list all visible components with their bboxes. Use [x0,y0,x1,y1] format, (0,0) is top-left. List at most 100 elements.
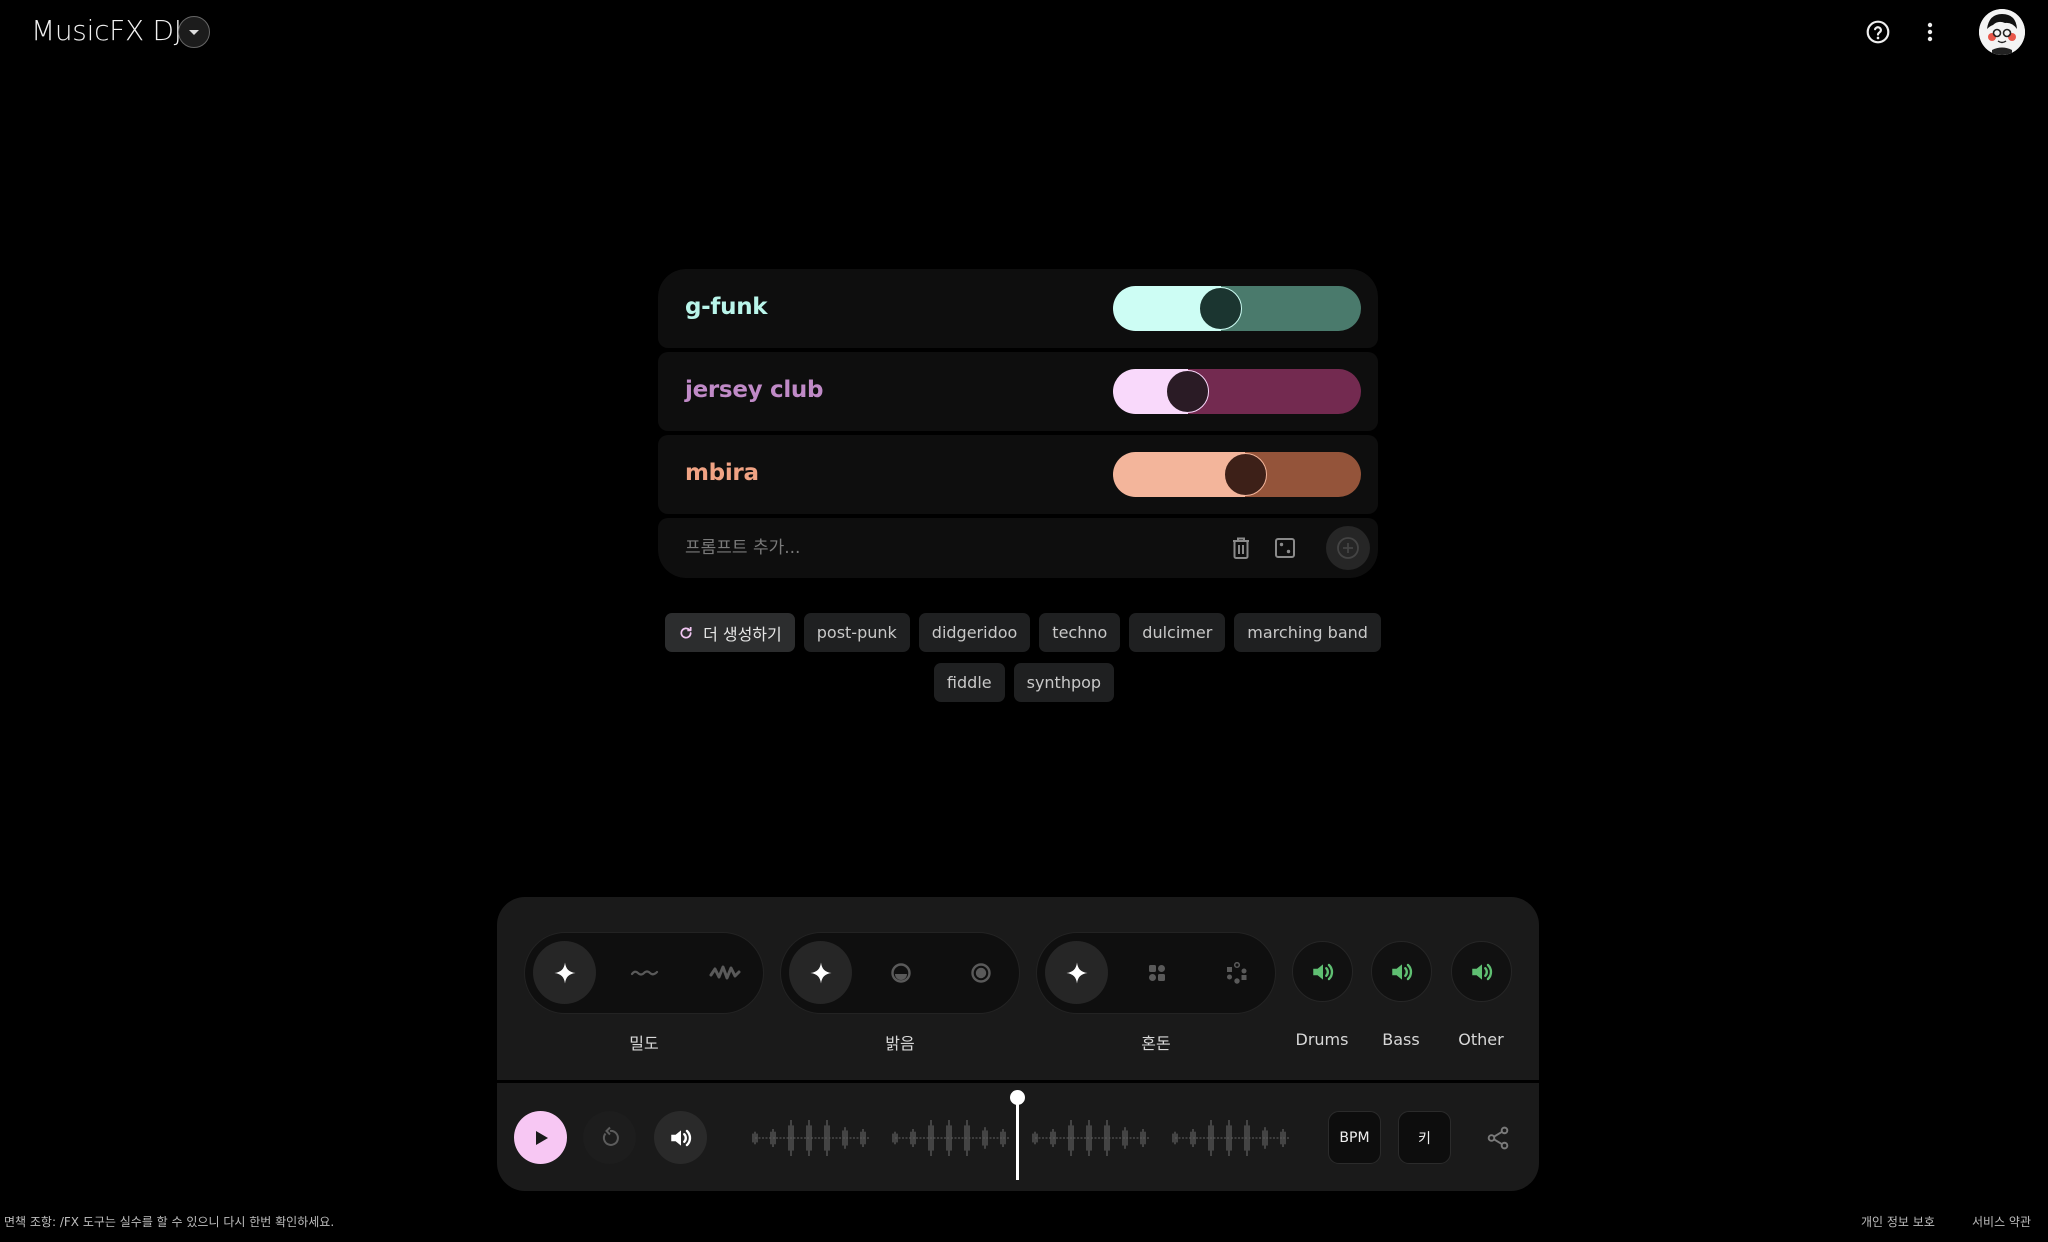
chaos-low-option[interactable] [1125,941,1188,1004]
add-circle-icon [1337,537,1359,559]
prompt-weight-slider[interactable] [1113,369,1361,414]
add-prompt-row [658,518,1378,578]
slider-knob[interactable] [1199,287,1243,330]
auto-sparkle-icon [554,962,575,983]
volume-icon [670,1129,691,1146]
suggestion-chip[interactable]: didgeridoo [918,613,1031,652]
waveform-segment [1032,1120,1149,1156]
suggestion-chip[interactable]: fiddle [933,663,1005,702]
privacy-link[interactable]: 개인 정보 보호 [1861,1213,1935,1230]
prompt-label[interactable]: jersey club [685,377,823,403]
brightness-dim-option[interactable] [869,941,932,1004]
reset-button[interactable] [583,1111,636,1164]
slider-fill-inactive [1187,369,1361,414]
suggestion-chips: 더 생성하기 post-punk didgeridoo techno dulci… [0,613,2048,713]
playhead-handle[interactable] [1010,1090,1025,1105]
add-prompt-input[interactable] [685,535,1135,561]
chaos-auto-option[interactable] [1045,941,1108,1004]
reset-icon [602,1126,619,1146]
user-avatar[interactable] [1979,9,2025,55]
panel-divider [497,1080,1539,1083]
generate-more-label: 더 생성하기 [703,624,782,644]
auto-sparkle-icon [1066,962,1087,983]
high-wave-icon [709,965,740,979]
density-low-option[interactable] [613,941,676,1004]
prompt-label[interactable]: g-funk [685,294,768,320]
suggestion-chip[interactable]: synthpop [1013,663,1115,702]
suggestion-chip[interactable]: techno [1039,613,1121,652]
other-label: Other [1458,1030,1504,1049]
density-auto-option[interactable] [533,941,596,1004]
brightness-bright-option[interactable] [949,941,1012,1004]
density-selector [524,932,764,1014]
add-prompt-button[interactable] [1326,526,1370,570]
drums-mute-toggle[interactable] [1292,941,1353,1002]
trash-icon [1233,537,1249,559]
prompt-label[interactable]: mbira [685,460,759,486]
random-prompt-button[interactable] [1270,533,1300,563]
suggestion-chip[interactable]: marching band [1234,613,1381,652]
brightness-selector [780,932,1020,1014]
volume-on-icon [1312,963,1333,980]
control-panel: 밀도 밝음 혼돈 Drums Bass Other BPM 키 [497,897,1539,1191]
prompt-weight-slider[interactable] [1113,452,1361,497]
volume-on-icon [1391,963,1412,980]
help-icon [1866,20,1890,44]
waveform-segment [892,1120,1009,1156]
scattered-dots-icon [1226,961,1246,984]
caret-down-icon [189,29,199,35]
dice-icon [1275,538,1295,558]
more-options-button[interactable] [1914,16,1946,48]
master-volume-button[interactable] [654,1111,707,1164]
other-mute-toggle[interactable] [1451,941,1512,1002]
refresh-icon [680,626,692,639]
playhead-scrubber[interactable] [1010,1090,1026,1180]
dim-circle-icon [890,962,911,983]
play-icon [535,1130,548,1145]
density-label: 밀도 [629,1034,659,1053]
density-high-option[interactable] [693,941,756,1004]
terms-link[interactable]: 서비스 약관 [1972,1213,2031,1230]
prompt-row: jersey club [658,352,1378,431]
waveform-segment [752,1120,869,1156]
key-button[interactable]: 키 [1398,1111,1451,1164]
prompt-row: g-funk [658,269,1378,348]
share-button[interactable] [1481,1121,1515,1155]
prompt-row: mbira [658,435,1378,514]
bass-mute-toggle[interactable] [1371,941,1432,1002]
volume-on-icon [1471,963,1492,980]
chaos-selector [1036,932,1276,1014]
chip-row: fiddle synthpop [0,663,2048,702]
slider-knob[interactable] [1223,453,1267,496]
playhead-line [1016,1098,1019,1180]
bass-label: Bass [1382,1030,1420,1049]
chaos-high-option[interactable] [1205,941,1268,1004]
waveform-segment [1172,1120,1289,1156]
disclaimer-text: 면책 조항: /FX 도구는 실수를 할 수 있으니 다시 한번 확인하세요. [4,1215,335,1229]
brightness-label: 밝음 [885,1034,915,1053]
bpm-button[interactable]: BPM [1328,1111,1381,1164]
share-icon [1487,1126,1509,1150]
drums-label: Drums [1295,1030,1349,1049]
brightness-auto-option[interactable] [789,941,852,1004]
prompt-weight-slider[interactable] [1113,286,1361,331]
slider-knob[interactable] [1166,370,1210,413]
generate-more-button[interactable]: 더 생성하기 [665,613,795,652]
prompt-card: g-funk jersey club mbira [658,269,1378,578]
help-button[interactable] [1862,16,1894,48]
app-header: MusicFX DJ [0,0,2048,64]
suggestion-chip[interactable]: post-punk [803,613,910,652]
app-switcher-dropdown[interactable] [178,16,210,48]
auto-sparkle-icon [810,962,831,983]
avatar-illustration-icon [1979,9,2025,55]
play-button[interactable] [514,1111,567,1164]
delete-prompts-button[interactable] [1226,533,1256,563]
more-vert-icon [1927,22,1933,42]
chaos-label: 혼돈 [1141,1034,1171,1053]
low-wave-icon [630,969,658,976]
chip-row: 더 생성하기 post-punk didgeridoo techno dulci… [0,613,2047,652]
ordered-grid-icon [1148,964,1165,981]
app-title: MusicFX DJ [31,14,182,47]
suggestion-chip[interactable]: dulcimer [1129,613,1226,652]
bright-circle-icon [970,962,991,983]
